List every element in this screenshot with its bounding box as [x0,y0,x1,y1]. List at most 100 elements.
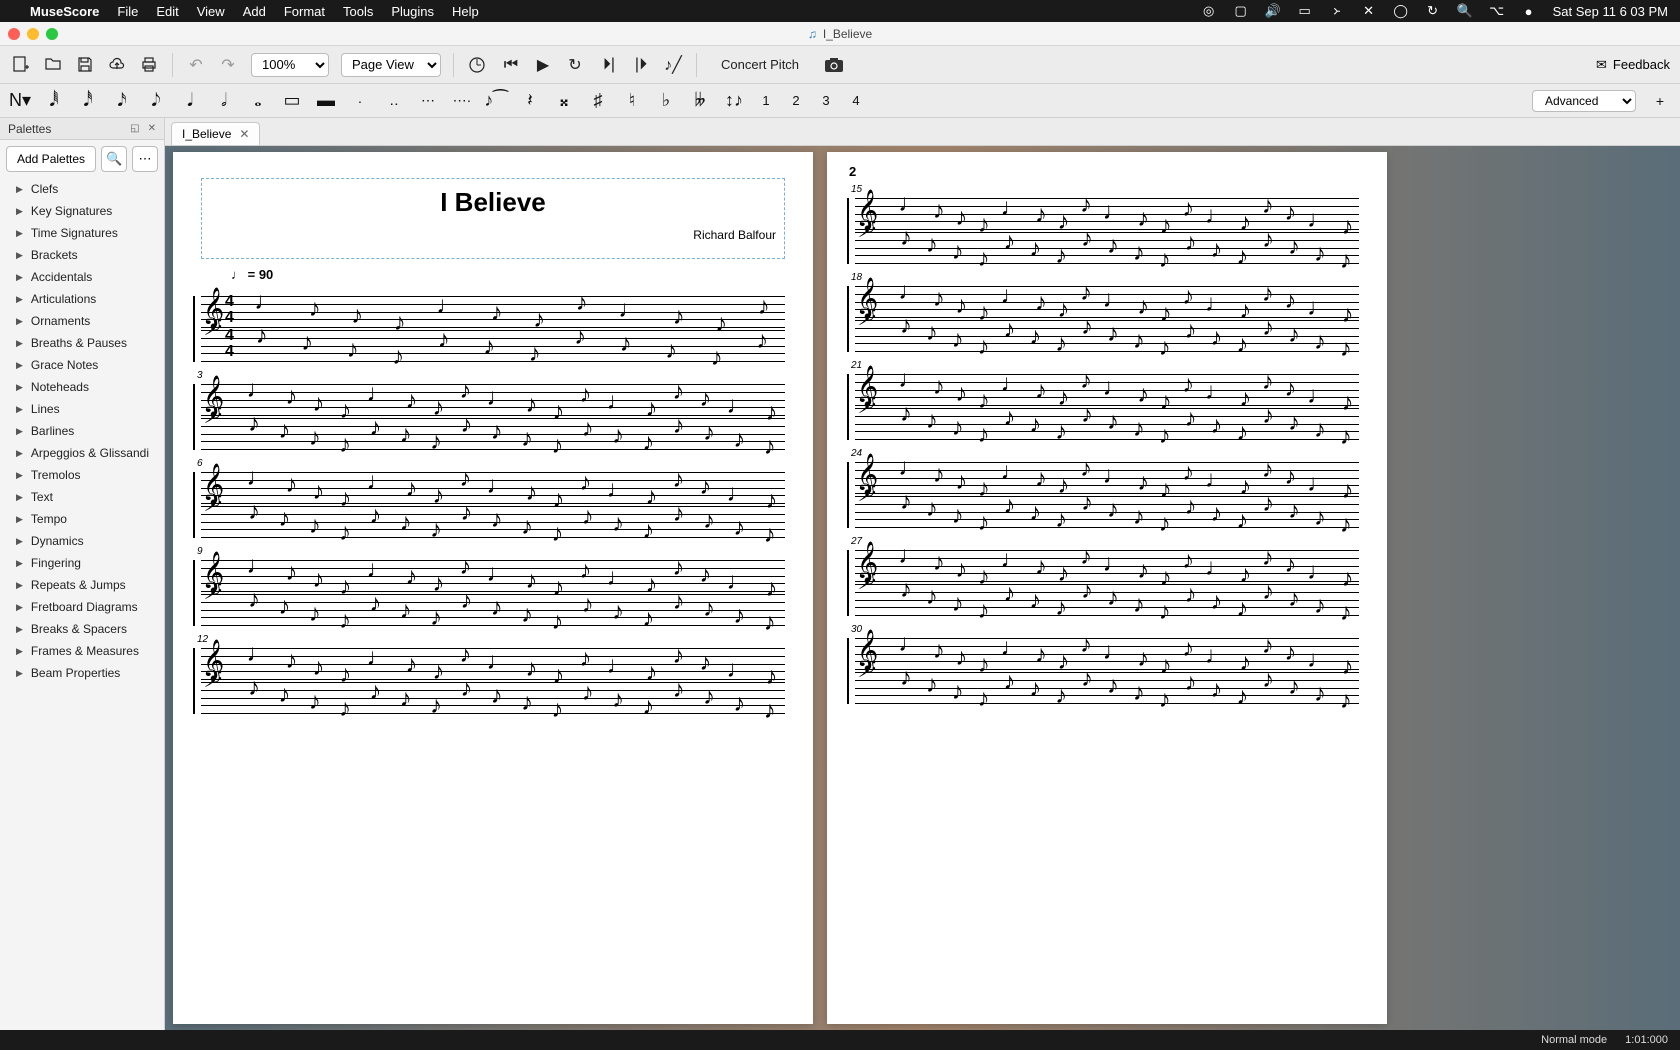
duration-32nd-button[interactable]: 𝅘𝅥𝅰 [78,89,98,113]
play-button[interactable]: ▶ [532,54,554,76]
loop-out-button[interactable]: |⏵ [630,54,652,76]
duration-whole-button[interactable]: 𝅝 [248,89,268,113]
menu-view[interactable]: View [197,4,225,19]
triple-dot-button[interactable]: ⋯ [418,89,438,113]
cloud-save-button[interactable] [106,54,128,76]
menu-plugins[interactable]: Plugins [391,4,434,19]
duration-16th-button[interactable]: 𝅘𝅥𝅯 [112,89,132,113]
palette-search-button[interactable]: 🔍 [101,146,127,172]
open-button[interactable] [42,54,64,76]
palette-item-breaks-spacers[interactable]: ▶Breaks & Spacers [0,618,164,640]
new-score-button[interactable] [10,54,32,76]
workspace-select[interactable]: Advanced [1532,90,1636,112]
duration-quarter-button[interactable]: 𝅘𝅥 [180,89,200,113]
duration-breve-button[interactable]: ▭ [282,89,302,113]
flat-button[interactable]: ♭ [656,89,676,113]
loop-button[interactable]: ↻ [564,54,586,76]
palette-item-ornaments[interactable]: ▶Ornaments [0,310,164,332]
tab-close-icon[interactable]: ✕ [239,127,249,141]
redo-button[interactable]: ↷ [217,54,239,76]
siri-icon[interactable]: ● [1521,4,1537,19]
palette-item-noteheads[interactable]: ▶Noteheads [0,376,164,398]
app-menu[interactable]: MuseScore [30,4,99,19]
voice-4-button[interactable]: 4 [848,93,864,108]
palette-item-beam-properties[interactable]: ▶Beam Properties [0,662,164,684]
rest-button[interactable]: 𝄽 [520,89,540,113]
palette-item-fingering[interactable]: ▶Fingering [0,552,164,574]
voice-3-button[interactable]: 3 [818,93,834,108]
menu-help[interactable]: Help [452,4,479,19]
duration-half-button[interactable]: 𝅗𝅥 [214,89,234,113]
battery-icon[interactable]: ▭ [1297,3,1313,19]
document-tab[interactable]: I_Believe ✕ [171,122,260,145]
menu-file[interactable]: File [117,4,138,19]
double-flat-button[interactable]: 𝄫 [690,89,710,113]
staff-system[interactable]: 9𝄞♩♪♪♪♩♪♪♪♩♪♪♪♩♪♪♪♩♪𝄢♪♪♪♪♪♪♪♪♪♪♪♪♪♪♪♪♪♪ [201,560,785,626]
duration-64th-button[interactable]: 𝅘𝅥𝅱 [44,89,64,113]
palette-item-barlines[interactable]: ▶Barlines [0,420,164,442]
staff-system[interactable]: 𝄞44♩♪♪♪♩♪♪♪♩♪♪♪𝄢44♪♪♪♪♪♪♪♪♪♪♪♪ [201,296,785,362]
palette-item-breaths-pauses[interactable]: ▶Breaths & Pauses [0,332,164,354]
staff-system[interactable]: 15𝄞♩♪♪♪♩♪♪♪♩♪♪♪♩♪♪♪♩♪𝄢♪♪♪♪♪♪♪♪♪♪♪♪♪♪♪♪♪♪ [855,198,1359,264]
spotlight-icon[interactable]: 🔍 [1457,3,1473,19]
palette-item-grace-notes[interactable]: ▶Grace Notes [0,354,164,376]
user-icon[interactable]: ◯ [1393,3,1409,19]
add-toolbar-button[interactable]: + [1650,89,1670,113]
menu-tools[interactable]: Tools [343,4,373,19]
note-input-mode-button[interactable]: N▾ [10,89,30,113]
bluetooth-icon[interactable]: ᚛ [1329,3,1345,19]
palette-item-time-signatures[interactable]: ▶Time Signatures [0,222,164,244]
save-button[interactable] [74,54,96,76]
panel-close-icon[interactable]: ✕ [148,123,156,134]
undo-button[interactable]: ↶ [185,54,207,76]
double-sharp-button[interactable]: 𝄪 [554,89,574,113]
timemachine-icon[interactable]: ↻ [1425,3,1441,19]
view-mode-select[interactable]: Page View [341,53,441,77]
status-icon-screen[interactable]: ▢ [1233,3,1249,19]
menu-add[interactable]: Add [243,4,266,19]
palette-item-dynamics[interactable]: ▶Dynamics [0,530,164,552]
palette-item-repeats-jumps[interactable]: ▶Repeats & Jumps [0,574,164,596]
palette-item-tremolos[interactable]: ▶Tremolos [0,464,164,486]
staff-system[interactable]: 21𝄞♩♪♪♪♩♪♪♪♩♪♪♪♩♪♪♪♩♪𝄢♪♪♪♪♪♪♪♪♪♪♪♪♪♪♪♪♪♪ [855,374,1359,440]
score-page-2[interactable]: 2 15𝄞♩♪♪♪♩♪♪♪♩♪♪♪♩♪♪♪♩♪𝄢♪♪♪♪♪♪♪♪♪♪♪♪♪♪♪♪… [827,152,1387,1024]
quad-dot-button[interactable]: ⋯· [452,89,472,113]
count-in-button[interactable]: ♪╱ [662,54,684,76]
rewind-button[interactable]: ⏮ [500,54,522,76]
control-center-icon[interactable]: ⌥ [1489,3,1505,19]
palette-item-key-signatures[interactable]: ▶Key Signatures [0,200,164,222]
voice-1-button[interactable]: 1 [758,93,774,108]
staff-system[interactable]: 12𝄞♩♪♪♪♩♪♪♪♩♪♪♪♩♪♪♪♩♪𝄢♪♪♪♪♪♪♪♪♪♪♪♪♪♪♪♪♪♪ [201,648,785,714]
palette-item-articulations[interactable]: ▶Articulations [0,288,164,310]
staff-system[interactable]: 6𝄞♩♪♪♪♩♪♪♪♩♪♪♪♩♪♪♪♩♪𝄢♪♪♪♪♪♪♪♪♪♪♪♪♪♪♪♪♪♪ [201,472,785,538]
feedback-button[interactable]: ✉ Feedback [1596,57,1670,73]
print-button[interactable] [138,54,160,76]
palette-item-fretboard-diagrams[interactable]: ▶Fretboard Diagrams [0,596,164,618]
wifi-icon[interactable]: ✕ [1361,3,1377,19]
staff-system[interactable]: 3𝄞♩♪♪♪♩♪♪♪♩♪♪♪♩♪♪♪♩♪𝄢♪♪♪♪♪♪♪♪♪♪♪♪♪♪♪♪♪♪ [201,384,785,450]
status-icon-1[interactable]: ◎ [1201,3,1217,19]
zoom-select[interactable]: 100% [251,53,329,77]
double-dot-button[interactable]: ‥ [384,89,404,113]
staff-system[interactable]: 24𝄞♩♪♪♪♩♪♪♪♩♪♪♪♩♪♪♪♩♪𝄢♪♪♪♪♪♪♪♪♪♪♪♪♪♪♪♪♪♪ [855,462,1359,528]
staff-system[interactable]: 18𝄞♩♪♪♪♩♪♪♪♩♪♪♪♩♪♪♪♩♪𝄢♪♪♪♪♪♪♪♪♪♪♪♪♪♪♪♪♪♪ [855,286,1359,352]
window-close-button[interactable] [8,28,20,40]
voice-2-button[interactable]: 2 [788,93,804,108]
tempo-marking[interactable]: ♩ = 90 [231,267,785,282]
window-minimize-button[interactable] [27,28,39,40]
duration-longa-button[interactable]: ▬ [316,89,336,113]
sharp-button[interactable]: ♯ [588,89,608,113]
score-page-1[interactable]: I Believe Richard Balfour ♩ = 90 𝄞44♩♪♪♪… [173,152,813,1024]
panel-undock-icon[interactable]: ◱ [130,123,139,134]
image-capture-button[interactable] [823,54,845,76]
flip-direction-button[interactable]: ↕♪ [724,89,744,113]
title-frame[interactable]: I Believe Richard Balfour [201,178,785,259]
metronome-button[interactable] [466,54,488,76]
palette-item-accidentals[interactable]: ▶Accidentals [0,266,164,288]
duration-8th-button[interactable]: 𝅘𝅥𝅮 [146,89,166,113]
menu-edit[interactable]: Edit [156,4,178,19]
palette-item-frames-measures[interactable]: ▶Frames & Measures [0,640,164,662]
palette-item-brackets[interactable]: ▶Brackets [0,244,164,266]
volume-icon[interactable]: 🔊 [1265,3,1281,19]
staff-system[interactable]: 27𝄞♩♪♪♪♩♪♪♪♩♪♪♪♩♪♪♪♩♪𝄢♪♪♪♪♪♪♪♪♪♪♪♪♪♪♪♪♪♪ [855,550,1359,616]
